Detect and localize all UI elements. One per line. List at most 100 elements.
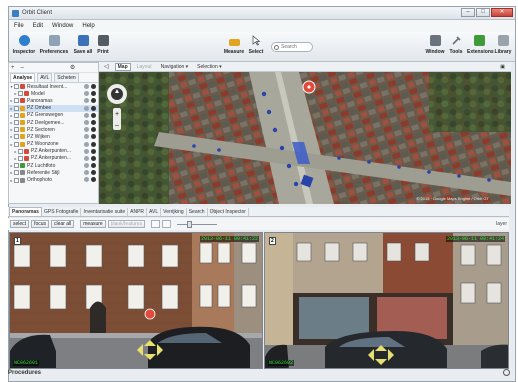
menu-file[interactable]: File (14, 23, 24, 29)
layer-opacity-icon[interactable] (84, 112, 89, 118)
layer-item[interactable]: ▸ PZ Ombee (9, 104, 98, 112)
search-field[interactable] (271, 42, 313, 52)
aerial-map-view[interactable]: + – © 2013 · Google Maps Engine / Orbit … (99, 72, 511, 204)
measure-button[interactable]: Measure (221, 35, 247, 55)
layer-item[interactable]: ▸ PZ Grenswegen (9, 112, 98, 119)
navigation-menu[interactable]: Navigation ▾ (158, 63, 192, 71)
panorama-view-1[interactable]: 1 2013-06-11 09:41:22 NC062601 (9, 232, 263, 369)
extensions-button[interactable]: Extensions (467, 35, 494, 55)
rotate-icon[interactable] (151, 220, 161, 228)
tab-scheten[interactable]: Scheten (54, 73, 79, 82)
layer-visibility-checkbox[interactable] (14, 105, 19, 111)
layer-eye-icon[interactable] (91, 163, 96, 169)
layer-opacity-icon[interactable] (84, 91, 89, 97)
window-button[interactable]: Window (425, 35, 445, 55)
layer-eye-icon[interactable] (91, 91, 96, 97)
layer-opacity-icon[interactable] (84, 98, 89, 104)
measure-pano-button[interactable]: measure (80, 220, 106, 228)
minimize-button[interactable]: – (461, 8, 475, 17)
layer-opacity-icon[interactable] (84, 119, 89, 125)
layer-eye-icon[interactable] (91, 134, 96, 140)
panorama-view-2[interactable]: 2 2013-06-11 09:41:24 NC062602 (264, 232, 509, 369)
layer-eye-icon[interactable] (91, 170, 96, 176)
layer-eye-icon[interactable] (91, 141, 96, 147)
zoom-slider-handle[interactable] (187, 220, 193, 228)
menu-edit[interactable]: Edit (33, 23, 43, 29)
blank-features-button[interactable]: blank/features (107, 220, 146, 228)
layer-item[interactable]: ▸ PZ Deelgemee... (9, 119, 98, 126)
add-layer-button[interactable]: + (11, 65, 15, 71)
tab-search[interactable]: Search (187, 208, 208, 216)
layer-visibility-checkbox[interactable] (14, 120, 19, 126)
layer-eye-icon[interactable] (91, 112, 96, 118)
tools-button[interactable]: Tools (447, 35, 465, 55)
pointer-icon[interactable] (162, 220, 172, 228)
layer-visibility-checkbox[interactable] (14, 163, 19, 169)
layer-opacity-icon[interactable] (84, 84, 89, 89)
selection-menu[interactable]: Selection ▾ (194, 63, 224, 71)
menu-window[interactable]: Window (52, 23, 73, 29)
search-input[interactable] (281, 44, 313, 50)
layer-opacity-icon[interactable] (84, 141, 89, 147)
menu-help[interactable]: Help (82, 23, 94, 29)
layer-opacity-icon[interactable] (84, 148, 89, 154)
tab-object-inspector[interactable]: Object Inspector (208, 208, 249, 216)
tab-inventarisatie-suite[interactable]: Inventarisatie suite (81, 208, 129, 216)
select-pano-button[interactable]: select (10, 220, 30, 228)
layer-visibility-checkbox[interactable] (14, 141, 19, 147)
remove-layer-button[interactable]: – (21, 65, 24, 71)
layer-opacity-icon[interactable] (84, 163, 89, 169)
layout-view-button[interactable]: Layout (134, 63, 155, 71)
layer-eye-icon[interactable] (91, 148, 96, 154)
layer-item[interactable]: ▸ Model (9, 90, 98, 97)
maximize-button[interactable]: □ (476, 8, 490, 17)
tab-analyse[interactable]: Analyse (10, 73, 36, 82)
tab-avl[interactable]: AVL (147, 208, 162, 216)
tab-verrijking[interactable]: Verrijking (161, 208, 187, 216)
power-icon[interactable] (503, 369, 510, 376)
layer-visibility-checkbox[interactable] (14, 84, 19, 90)
layer-visibility-checkbox[interactable] (14, 134, 19, 140)
layer-item[interactable]: ▸ Panoramas (9, 97, 98, 104)
library-button[interactable]: Library (493, 35, 513, 55)
layer-item[interactable]: ▸ PZ Woonzone (9, 141, 98, 148)
save-all-button[interactable]: Save all (71, 35, 95, 55)
layer-item[interactable]: ▾ Resultaat Invent... (9, 83, 98, 90)
zoom-slider[interactable] (177, 220, 218, 228)
layer-opacity-icon[interactable] (84, 127, 89, 133)
layer-opacity-icon[interactable] (84, 177, 89, 183)
layer-item[interactable]: ▸ Referentie Stijl (9, 169, 98, 176)
layer-opacity-icon[interactable] (84, 134, 89, 140)
layer-visibility-checkbox[interactable] (14, 112, 19, 118)
tab-anpr[interactable]: ANPR (128, 208, 148, 216)
layer-item[interactable]: ▸ PZ Ankerpunten... (9, 148, 98, 155)
layer-item[interactable]: ▸ PZ Ankerpunten... (9, 155, 98, 162)
layer-visibility-checkbox[interactable] (14, 127, 19, 133)
tab-panoramas[interactable]: Panoramas (9, 207, 42, 216)
layer-eye-icon[interactable] (91, 155, 96, 161)
layer-visibility-checkbox[interactable] (14, 177, 19, 183)
map-panel-options-icon[interactable]: ▣ (497, 63, 508, 71)
layer-visibility-checkbox[interactable] (14, 98, 19, 104)
close-button[interactable]: ✕ (491, 8, 513, 17)
clear-all-button[interactable]: clear all (51, 220, 75, 228)
tab-gps-fotografie[interactable]: GPS Fotografie (42, 208, 82, 216)
layer-eye-icon[interactable] (91, 98, 96, 104)
layer-item[interactable]: ▸ PZ Luchtfoto (9, 162, 98, 169)
layer-opacity-icon[interactable] (84, 155, 89, 161)
inspector-button[interactable]: Inspector (11, 35, 37, 55)
layer-eye-icon[interactable] (91, 177, 96, 183)
layer-item[interactable]: ▸ PZ Sectoren (9, 126, 98, 133)
layer-item[interactable]: ▸ PZ Wijken (9, 133, 98, 140)
select-button[interactable]: Select (247, 35, 265, 55)
layer-eye-icon[interactable] (91, 127, 96, 133)
print-button[interactable]: Print (95, 35, 111, 55)
focus-button[interactable]: focus (31, 220, 50, 228)
map-nav-back-icon[interactable]: ◁ (101, 62, 112, 71)
tab-avl[interactable]: AVL (37, 73, 53, 82)
preferences-button[interactable]: Preferences (39, 35, 69, 55)
layer-eye-icon[interactable] (91, 84, 96, 89)
layer-item[interactable]: ▸ Orthophoto (9, 176, 98, 183)
layer-opacity-icon[interactable] (84, 105, 89, 111)
layer-eye-icon[interactable] (91, 119, 96, 125)
